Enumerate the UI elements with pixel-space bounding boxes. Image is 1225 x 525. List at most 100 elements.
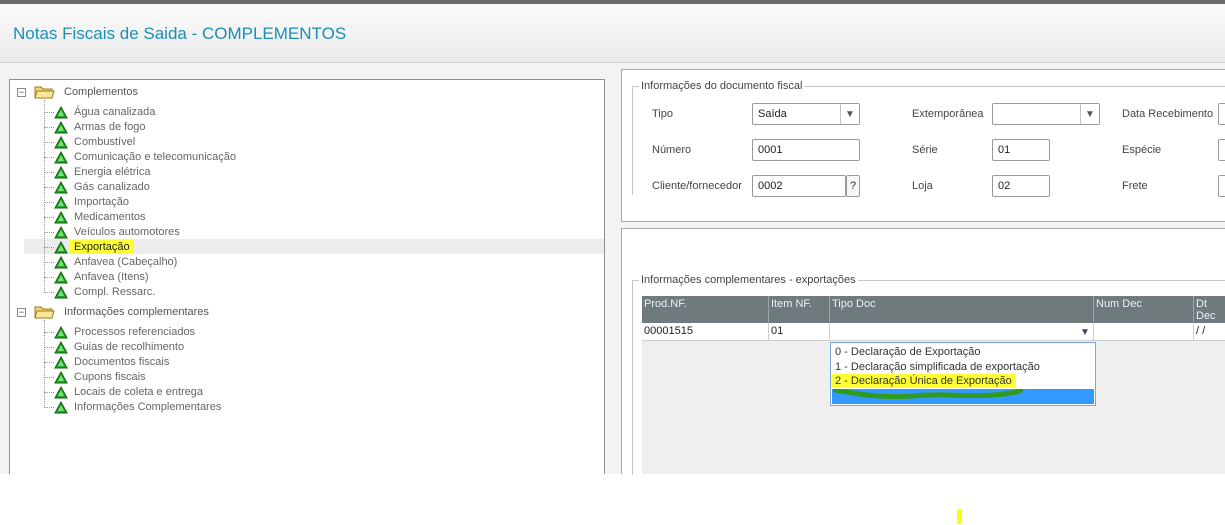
column-header-dt-dec[interactable]: Dt Dec xyxy=(1194,296,1225,323)
status-triangle-icon xyxy=(54,355,68,369)
tree-connector xyxy=(44,392,54,393)
tree-item-label: Combustível xyxy=(74,136,136,148)
cell-tipo-doc[interactable] xyxy=(830,323,1094,340)
tree-item[interactable]: Veículos automotores xyxy=(74,225,180,240)
tree-connector xyxy=(44,157,54,158)
exports-legend: Informações complementares - exportações xyxy=(639,274,858,286)
tree-connector xyxy=(44,320,45,408)
cell-dt-dec[interactable]: / / xyxy=(1194,323,1225,340)
tree-item[interactable]: Comunicação e telecomunicação xyxy=(74,150,236,165)
tree-item[interactable]: Armas de fogo xyxy=(74,120,146,135)
tree-item[interactable]: Energia elétrica xyxy=(74,165,150,180)
tree-item[interactable]: Combustível xyxy=(74,135,135,150)
loja-label: Loja xyxy=(912,180,933,192)
extemporanea-select[interactable]: ▼ xyxy=(992,103,1100,125)
tree-connector xyxy=(44,262,54,263)
dropdown-option-2[interactable]: 2 - Declaração Única de Exportação xyxy=(831,374,1016,388)
status-triangle-icon xyxy=(54,195,68,209)
tree-item[interactable]: Documentos fiscais xyxy=(74,355,169,370)
tree-item[interactable]: Exportação xyxy=(70,240,134,255)
tree-connector xyxy=(44,347,54,348)
tipo-select[interactable]: Saída ▼ xyxy=(752,103,860,125)
column-header-tipo-doc[interactable]: Tipo Doc xyxy=(830,296,1094,323)
frete-field[interactable] xyxy=(1218,175,1225,197)
status-triangle-icon xyxy=(54,400,68,414)
page-title: Notas Fiscais de Saida - COMPLEMENTOS xyxy=(13,24,347,43)
cell-prod-nf[interactable]: 00001515 xyxy=(642,323,769,340)
tree-item-label: Informações Complementares xyxy=(74,401,222,413)
tree-item[interactable]: Guias de recolhimento xyxy=(74,340,184,355)
tree-connector xyxy=(44,202,54,203)
tree-connector xyxy=(44,377,54,378)
tree-connector xyxy=(44,217,54,218)
tree-item[interactable]: Cupons fiscais xyxy=(74,370,146,385)
page-header: Notas Fiscais de Saida - COMPLEMENTOS xyxy=(0,4,1225,63)
tree-connector xyxy=(44,127,54,128)
tree-item-label: Guias de recolhimento xyxy=(74,341,185,353)
extemporanea-label: Extemporânea xyxy=(912,108,984,120)
tree-item-label: Comunicação e telecomunicação xyxy=(74,151,237,163)
tree-item-label: Anfavea (Cabeçalho) xyxy=(74,256,178,268)
status-triangle-icon xyxy=(54,210,68,224)
tree-connector xyxy=(44,407,54,408)
tree-connector xyxy=(44,142,54,143)
tree-group-complementos[interactable]: Complementos xyxy=(64,85,138,100)
tree-group-informacoes-complementares[interactable]: Informações complementares xyxy=(64,305,209,320)
table-row[interactable]: 00001515 01 / / xyxy=(642,323,1225,341)
folder-open-icon xyxy=(34,86,55,99)
serie-label: Série xyxy=(912,144,938,156)
status-triangle-icon xyxy=(54,120,68,134)
tree-item[interactable]: Gás canalizado xyxy=(74,180,150,195)
tree-item-label: Documentos fiscais xyxy=(74,356,170,368)
data-recebimento-field[interactable] xyxy=(1218,103,1225,125)
tree-item[interactable]: Anfavea (Itens) xyxy=(74,270,149,285)
chevron-down-icon[interactable]: ▼ xyxy=(1080,104,1099,124)
tree-item[interactable]: Importação xyxy=(74,195,129,210)
folder-open-icon xyxy=(34,306,55,319)
green-scribble-mark xyxy=(833,389,1023,399)
status-triangle-icon xyxy=(54,370,68,384)
tree-item[interactable]: Água canalizada xyxy=(74,105,155,120)
tipo-label: Tipo xyxy=(652,108,673,120)
column-header-prod-nf[interactable]: Prod.NF. xyxy=(642,296,769,323)
collapse-icon[interactable]: − xyxy=(17,308,26,317)
column-header-num-dec[interactable]: Num Dec xyxy=(1094,296,1194,323)
especie-field[interactable] xyxy=(1218,139,1225,161)
tree-connector xyxy=(44,332,54,333)
tree-connector xyxy=(44,112,54,113)
cell-item-nf[interactable]: 01 xyxy=(769,323,830,340)
status-triangle-icon xyxy=(54,105,68,119)
status-triangle-icon xyxy=(54,270,68,284)
tree-item[interactable]: Locais de coleta e entrega xyxy=(74,385,203,400)
dropdown-option-0[interactable]: 0 - Declaração de Exportação xyxy=(835,346,981,358)
tree-item[interactable]: Compl. Ressarc. xyxy=(74,285,155,300)
loja-field[interactable]: 02 xyxy=(992,175,1050,197)
tree-connector xyxy=(44,247,54,248)
serie-field[interactable]: 01 xyxy=(992,139,1050,161)
tree-item[interactable]: Medicamentos xyxy=(74,210,146,225)
dropdown-option-1[interactable]: 1 - Declaração simplificada de exportaçã… xyxy=(835,361,1040,373)
yellow-marker xyxy=(957,509,962,524)
cell-num-dec[interactable] xyxy=(1094,323,1194,340)
tree-item-label: Exportação xyxy=(70,240,134,254)
numero-label: Número xyxy=(652,144,692,156)
numero-field[interactable]: 0001 xyxy=(752,139,860,161)
column-header-item-nf[interactable]: Item NF. xyxy=(769,296,830,323)
collapse-icon[interactable]: − xyxy=(17,88,26,97)
status-triangle-icon xyxy=(54,285,68,299)
tree-item[interactable]: Processos referenciados xyxy=(74,325,195,340)
tree-connector xyxy=(44,100,45,293)
tree-connector xyxy=(44,232,54,233)
grid-header: Prod.NF. Item NF. Tipo Doc Num Dec Dt De… xyxy=(642,296,1225,323)
tree-item[interactable]: Anfavea (Cabeçalho) xyxy=(74,255,177,270)
status-triangle-icon xyxy=(54,165,68,179)
chevron-down-icon[interactable]: ▼ xyxy=(840,104,859,124)
tree-connector xyxy=(44,172,54,173)
tree-panel: − Complementos Água canalizada Armas de f… xyxy=(9,79,605,474)
status-triangle-icon xyxy=(54,240,68,254)
tree-item[interactable]: Informações Complementares xyxy=(74,400,221,415)
lookup-button[interactable]: ? xyxy=(846,175,860,197)
cliente-fornecedor-field[interactable]: 0002 xyxy=(752,175,846,197)
chevron-down-icon[interactable]: ▼ xyxy=(1080,327,1090,338)
document-legend: Informações do documento fiscal xyxy=(639,80,805,92)
